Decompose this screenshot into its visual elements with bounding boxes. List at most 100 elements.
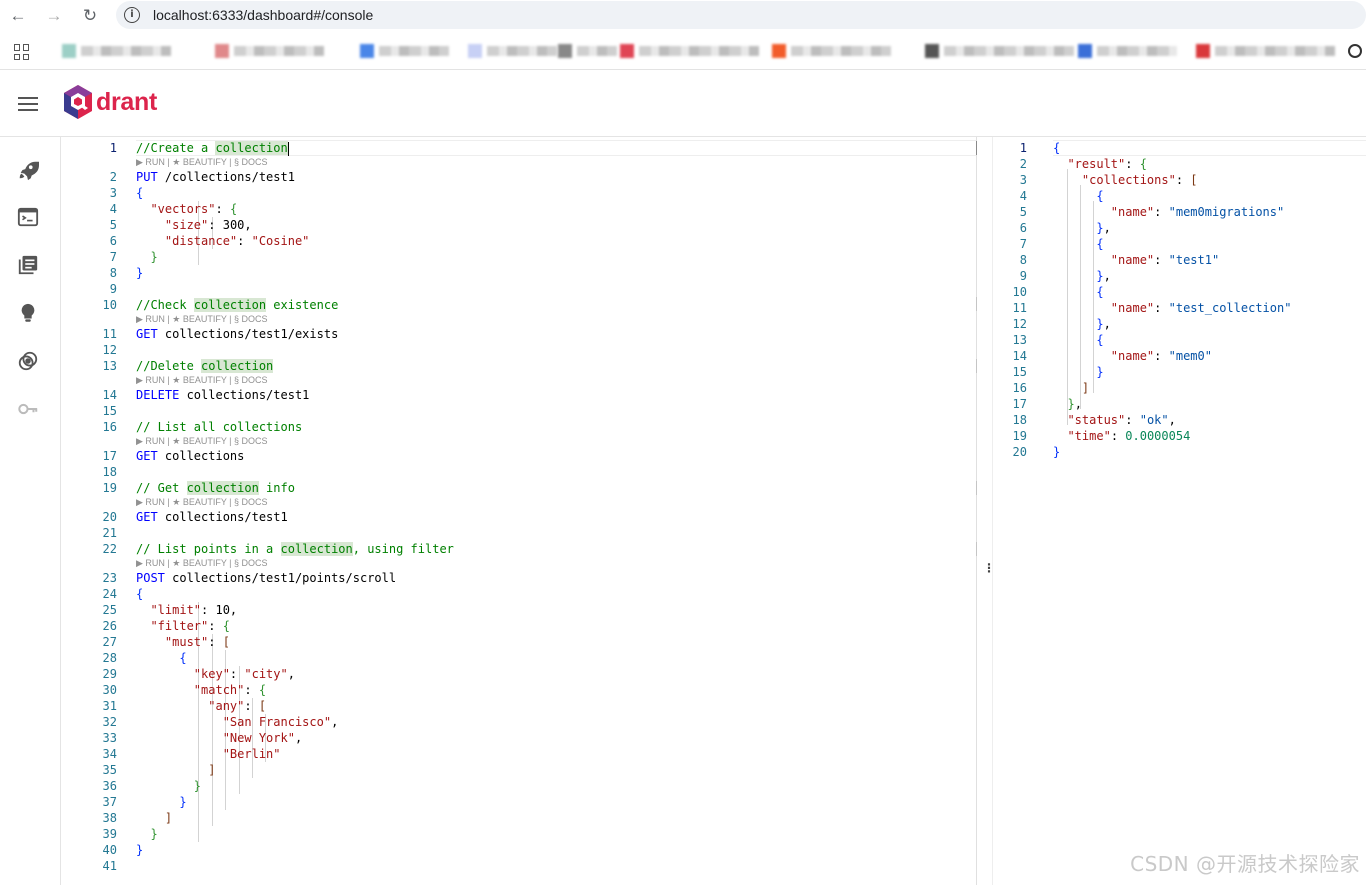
result-line: "status": "ok", <box>1067 413 1176 427</box>
forward-icon[interactable]: → <box>42 4 66 28</box>
code-line[interactable]: } <box>136 779 201 793</box>
codelens-actions[interactable]: ▶ RUN | ★ BEAUTIFY | § DOCS <box>136 558 268 569</box>
bookmark-item[interactable] <box>468 42 557 60</box>
result-line: { <box>1053 141 1061 155</box>
result-line: }, <box>1096 317 1111 331</box>
line-number: 2 <box>109 170 117 184</box>
code-line[interactable]: DELETE collections/test1 <box>136 388 309 402</box>
url-text[interactable]: localhost:6333/dashboard#/console <box>153 7 373 23</box>
line-number: 29 <box>102 667 117 681</box>
code-line[interactable]: ] <box>136 811 172 825</box>
address-bar[interactable]: i localhost:6333/dashboard#/console <box>116 1 1366 29</box>
datasets-icon[interactable] <box>17 350 39 372</box>
code-line[interactable]: "size": 300, <box>136 218 252 232</box>
codelens-actions[interactable]: ▶ RUN | ★ BEAUTIFY | § DOCS <box>136 157 268 168</box>
line-number: 10 <box>1012 285 1027 299</box>
back-icon[interactable]: ← <box>6 4 30 28</box>
codelens-actions[interactable]: ▶ RUN | ★ BEAUTIFY | § DOCS <box>136 436 268 447</box>
bookmark-item[interactable] <box>772 42 891 60</box>
qdrant-logo[interactable]: drant <box>62 84 157 120</box>
console-icon[interactable] <box>17 206 39 228</box>
collection-name: mem0migrations <box>1175 205 1277 219</box>
result-line: }, <box>1096 269 1111 283</box>
code-line[interactable]: } <box>136 250 157 264</box>
code-line[interactable]: { <box>136 186 143 200</box>
code-line[interactable]: "San Francisco", <box>136 715 339 729</box>
code-line[interactable]: // Get collection info <box>136 481 295 495</box>
code-line[interactable]: "New York", <box>136 731 302 745</box>
result-line: }, <box>1067 397 1082 411</box>
code-line[interactable]: "must": [ <box>136 635 230 649</box>
code-line[interactable]: { <box>136 651 186 665</box>
bookmark-item[interactable] <box>1078 42 1177 60</box>
collection-name: test1 <box>1175 253 1212 267</box>
logo-text: drant <box>96 87 158 116</box>
code-line[interactable]: "key": "city", <box>136 667 295 681</box>
codelens-actions[interactable]: ▶ RUN | ★ BEAUTIFY | § DOCS <box>136 375 268 386</box>
key-icon[interactable] <box>17 398 39 420</box>
code-line[interactable]: { <box>136 587 143 601</box>
line-number: 14 <box>102 388 117 402</box>
code-line[interactable]: "Berlin" <box>136 747 281 761</box>
code-line[interactable]: //Delete collection <box>136 359 274 373</box>
qdrant-logo-icon <box>64 85 92 119</box>
codelens-actions[interactable]: ▶ RUN | ★ BEAUTIFY | § DOCS <box>136 314 268 325</box>
status-value: ok <box>1146 413 1162 427</box>
code-line[interactable]: } <box>136 795 186 809</box>
result-line: } <box>1096 365 1104 379</box>
code-line[interactable]: // List all collections <box>136 420 302 434</box>
code-line[interactable]: GET collections/test1/exists <box>136 327 338 341</box>
code-line[interactable]: } <box>136 266 143 280</box>
line-number: 9 <box>1019 269 1027 283</box>
code-line[interactable]: "vectors": { <box>136 202 237 216</box>
codelens-actions[interactable]: ▶ RUN | ★ BEAUTIFY | § DOCS <box>136 497 268 508</box>
line-number: 33 <box>102 731 117 745</box>
reload-icon[interactable]: ↻ <box>78 4 102 28</box>
line-number: 34 <box>102 747 117 761</box>
code-line[interactable]: ] <box>136 763 215 777</box>
bookmark-item[interactable] <box>925 42 1074 60</box>
collection-name: mem0 <box>1175 349 1205 363</box>
bookmark-item[interactable] <box>620 42 759 60</box>
collections-icon[interactable] <box>17 254 39 276</box>
code-line[interactable]: PUT /collections/test1 <box>136 170 295 184</box>
bookmark-item[interactable] <box>1196 42 1335 60</box>
line-number: 18 <box>1012 413 1027 427</box>
line-number: 16 <box>1012 381 1027 395</box>
code-line[interactable]: GET collections <box>136 449 244 463</box>
line-number: 11 <box>102 327 117 341</box>
code-line[interactable]: "distance": "Cosine" <box>136 234 310 248</box>
apps-icon[interactable] <box>14 44 30 60</box>
bookmarks-overflow-icon[interactable] <box>1348 44 1362 58</box>
code-editor[interactable]: 1 2 3 4 5 6 7 8 9 10 11 12 13 14 15 16 17 18 19 20 21 22 23 24 2… <box>61 137 979 885</box>
code-line[interactable]: "any": [ <box>136 699 266 713</box>
result-line: { <box>1096 189 1104 203</box>
code-line[interactable]: //Check collection existence <box>136 298 338 312</box>
rocket-icon[interactable] <box>17 159 39 181</box>
line-number: 9 <box>109 282 117 296</box>
code-line[interactable]: POST collections/test1/points/scroll <box>136 571 396 585</box>
info-icon[interactable]: i <box>124 7 140 23</box>
result-line: }, <box>1096 221 1111 235</box>
result-viewer[interactable]: 1 2 3 4 5 6 7 8 9 10 11 12 13 14 15 16 17 18 19 20 { "resul… <box>993 137 1366 885</box>
bookmark-item[interactable] <box>215 42 324 60</box>
code-line[interactable]: // List points in a collection, using fi… <box>136 542 454 556</box>
line-number: 1 <box>109 141 117 155</box>
code-line[interactable]: } <box>136 827 157 841</box>
bookmark-item[interactable] <box>62 42 171 60</box>
bookmark-item[interactable] <box>558 42 617 60</box>
result-line: { <box>1096 333 1104 347</box>
pane-splitter[interactable]: ⋮ <box>977 137 995 885</box>
menu-icon[interactable] <box>18 97 38 111</box>
code-line[interactable]: GET collections/test1 <box>136 510 288 524</box>
code-line[interactable]: //Create a collection <box>136 141 289 156</box>
result-line: "name": "mem0migrations" <box>1110 205 1285 219</box>
code-line[interactable]: "filter": { <box>136 619 229 633</box>
bulb-icon[interactable] <box>17 302 39 324</box>
line-number: 38 <box>102 811 117 825</box>
code-line[interactable]: } <box>136 843 143 857</box>
code-line[interactable]: "match": { <box>136 683 266 697</box>
code-line[interactable]: "limit": 10, <box>136 603 237 617</box>
result-line: { <box>1096 285 1104 299</box>
bookmark-item[interactable] <box>360 42 449 60</box>
